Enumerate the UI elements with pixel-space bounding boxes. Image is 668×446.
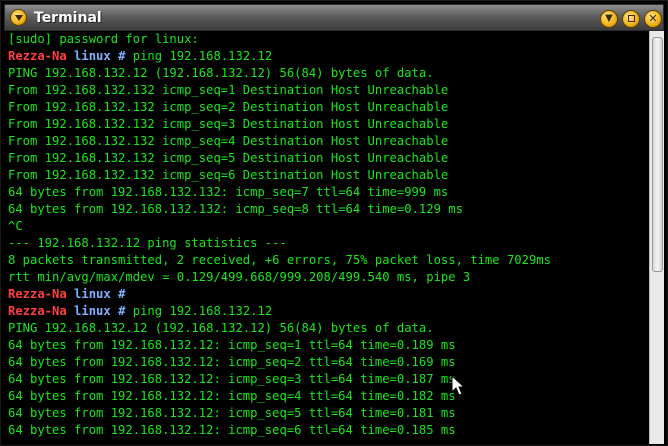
- prompt-line: Rezza-Na linux # ping 192.168.132.12: [8, 303, 551, 320]
- minimize-icon: ▼: [605, 13, 613, 24]
- output-text: [sudo] password for linux:: [8, 32, 199, 46]
- output-text: 64 bytes from 192.168.132.12: icmp_seq=5…: [8, 406, 456, 420]
- output-line: [sudo] password for linux:: [8, 31, 551, 48]
- vertical-scrollbar[interactable]: [649, 31, 664, 444]
- output-text: PING 192.168.132.12 (192.168.132.12) 56(…: [8, 321, 434, 335]
- output-line: From 192.168.132.132 icmp_seq=5 Destinat…: [8, 150, 551, 167]
- output-text: From 192.168.132.132 icmp_seq=4 Destinat…: [8, 134, 449, 148]
- output-text: 64 bytes from 192.168.132.132: icmp_seq=…: [8, 185, 449, 199]
- command-text: ping 192.168.132.12: [125, 304, 273, 318]
- prompt-host: Rezza-Na: [8, 49, 67, 63]
- output-line: 64 bytes from 192.168.132.132: icmp_seq=…: [8, 184, 551, 201]
- output-text: 64 bytes from 192.168.132.12: icmp_seq=4…: [8, 389, 456, 403]
- close-icon: ✕: [648, 12, 658, 25]
- maximize-icon: [627, 15, 635, 22]
- output-line: 64 bytes from 192.168.132.12: icmp_seq=5…: [8, 405, 551, 422]
- output-line: 64 bytes from 192.168.132.12: icmp_seq=2…: [8, 354, 551, 371]
- output-text: 64 bytes from 192.168.132.12: icmp_seq=3…: [8, 372, 456, 386]
- minimize-button[interactable]: ▼: [600, 10, 618, 28]
- output-text: From 192.168.132.132 icmp_seq=6 Destinat…: [8, 168, 449, 182]
- output-text: 8 packets transmitted, 2 received, +6 er…: [8, 253, 551, 267]
- output-line: From 192.168.132.132 icmp_seq=6 Destinat…: [8, 167, 551, 184]
- prompt-line: Rezza-Na linux #: [8, 286, 551, 303]
- terminal-output-area[interactable]: [sudo] password for linux: Rezza-Na linux…: [4, 31, 649, 444]
- window-title: Terminal: [34, 10, 102, 26]
- output-line: From 192.168.132.132 icmp_seq=3 Destinat…: [8, 116, 551, 133]
- prompt-directory: linux: [74, 304, 111, 318]
- output-text: From 192.168.132.132 icmp_seq=5 Destinat…: [8, 151, 449, 165]
- output-text: 64 bytes from 192.168.132.12: icmp_seq=2…: [8, 355, 456, 369]
- scrollbar-thumb[interactable]: [652, 37, 663, 272]
- output-text: 64 bytes from 192.168.132.12: icmp_seq=1…: [8, 338, 456, 352]
- output-line: --- 192.168.132.12 ping statistics ---: [8, 235, 551, 252]
- prompt-symbol: #: [118, 287, 126, 301]
- output-line: 64 bytes from 192.168.132.132: icmp_seq=…: [8, 201, 551, 218]
- window-menu-button[interactable]: [10, 9, 27, 26]
- output-text: rtt min/avg/max/mdev = 0.129/499.668/999…: [8, 270, 471, 284]
- output-text: From 192.168.132.132 icmp_seq=2 Destinat…: [8, 100, 449, 114]
- close-button[interactable]: ✕: [644, 10, 662, 28]
- output-line: 64 bytes from 192.168.132.12: icmp_seq=6…: [8, 422, 551, 439]
- output-line: PING 192.168.132.12 (192.168.132.12) 56(…: [8, 320, 551, 337]
- output-text: --- 192.168.132.12 ping statistics ---: [8, 236, 287, 250]
- output-text: PING 192.168.132.12 (192.168.132.12) 56(…: [8, 66, 434, 80]
- command-text: ping 192.168.132.12: [125, 49, 273, 63]
- output-text: From 192.168.132.132 icmp_seq=3 Destinat…: [8, 117, 449, 131]
- output-text: 64 bytes from 192.168.132.12: icmp_seq=6…: [8, 423, 456, 437]
- output-line: PING 192.168.132.12 (192.168.132.12) 56(…: [8, 65, 551, 82]
- maximize-button[interactable]: [622, 10, 640, 28]
- output-line: 8 packets transmitted, 2 received, +6 er…: [8, 252, 551, 269]
- output-text: ^C: [8, 219, 23, 233]
- prompt-host: Rezza-Na: [8, 304, 67, 318]
- output-line: 64 bytes from 192.168.132.12: icmp_seq=3…: [8, 371, 551, 388]
- terminal-window: Terminal ▼ ✕ [sudo] password for linux: R…: [0, 0, 668, 446]
- output-line: From 192.168.132.132 icmp_seq=2 Destinat…: [8, 99, 551, 116]
- output-line: 64 bytes from 192.168.132.12: icmp_seq=4…: [8, 388, 551, 405]
- terminal-lines: [sudo] password for linux: Rezza-Na linux…: [8, 31, 551, 439]
- title-bar[interactable]: Terminal ▼ ✕: [4, 4, 664, 31]
- prompt-host: Rezza-Na: [8, 287, 67, 301]
- mouse-pointer-icon: [451, 374, 466, 396]
- output-text: From 192.168.132.132 icmp_seq=1 Destinat…: [8, 83, 449, 97]
- output-line: 64 bytes from 192.168.132.12: icmp_seq=1…: [8, 337, 551, 354]
- output-text: 64 bytes from 192.168.132.132: icmp_seq=…: [8, 202, 463, 216]
- output-line: From 192.168.132.132 icmp_seq=1 Destinat…: [8, 82, 551, 99]
- output-line: rtt min/avg/max/mdev = 0.129/499.668/999…: [8, 269, 551, 286]
- prompt-line: Rezza-Na linux # ping 192.168.132.12: [8, 48, 551, 65]
- prompt-directory: linux: [74, 287, 111, 301]
- prompt-directory: linux: [74, 49, 111, 63]
- output-line: ^C: [8, 218, 551, 235]
- output-line: From 192.168.132.132 icmp_seq=4 Destinat…: [8, 133, 551, 150]
